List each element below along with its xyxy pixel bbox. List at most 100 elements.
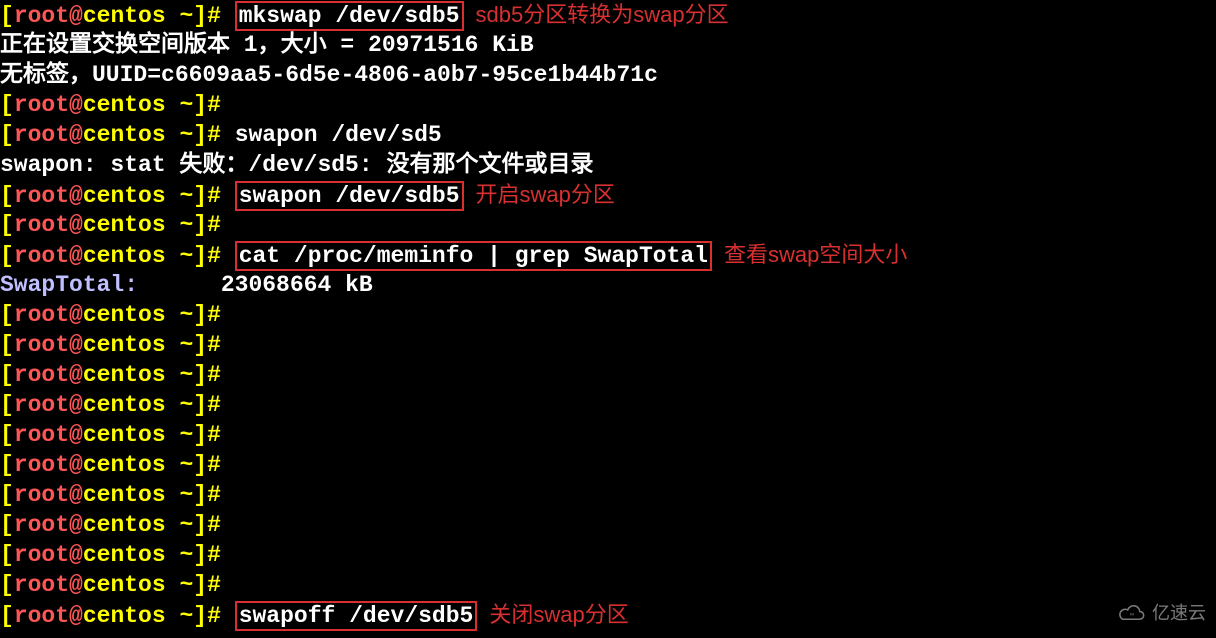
prompt-close-bracket: ] <box>193 542 207 568</box>
prompt-path: ~ <box>166 482 194 508</box>
highlighted-command[interactable]: swapon /dev/sdb5 <box>235 181 464 211</box>
prompt-host: centos <box>83 482 166 508</box>
prompt-symbol: # <box>207 3 235 29</box>
prompt-path: ~ <box>166 332 194 358</box>
prompt-user: root <box>14 392 69 418</box>
terminal-line: [root@centos ~]# swapoff /dev/sdb5关闭swap… <box>0 600 1216 630</box>
highlighted-command[interactable]: cat /proc/meminfo | grep SwapTotal <box>235 241 712 271</box>
terminal-line: 无标签，UUID=c6609aa5-6d5e-4806-a0b7-95ce1b4… <box>0 60 1216 90</box>
prompt-user: root <box>14 542 69 568</box>
prompt-close-bracket: ] <box>193 183 207 209</box>
terminal-line: [root@centos ~]# <box>0 390 1216 420</box>
prompt-at: @ <box>69 422 83 448</box>
prompt-host: centos <box>83 603 166 629</box>
prompt-open-bracket: [ <box>0 542 14 568</box>
prompt-at: @ <box>69 302 83 328</box>
highlighted-command[interactable]: swapoff /dev/sdb5 <box>235 601 478 631</box>
prompt-user: root <box>14 482 69 508</box>
prompt-open-bracket: [ <box>0 482 14 508</box>
prompt-close-bracket: ] <box>193 332 207 358</box>
highlighted-command[interactable]: mkswap /dev/sdb5 <box>235 1 464 31</box>
prompt-open-bracket: [ <box>0 302 14 328</box>
prompt-path: ~ <box>166 422 194 448</box>
prompt-close-bracket: ] <box>193 362 207 388</box>
prompt-user: root <box>14 452 69 478</box>
terminal-line: [root@centos ~]# mkswap /dev/sdb5sdb5分区转… <box>0 0 1216 30</box>
prompt-path: ~ <box>166 542 194 568</box>
prompt-at: @ <box>69 3 83 29</box>
prompt-user: root <box>14 212 69 238</box>
prompt-at: @ <box>69 542 83 568</box>
prompt-path: ~ <box>166 302 194 328</box>
terminal-line: [root@centos ~]# <box>0 360 1216 390</box>
prompt-symbol: # <box>207 92 235 118</box>
prompt-path: ~ <box>166 122 194 148</box>
prompt-path: ~ <box>166 572 194 598</box>
prompt-close-bracket: ] <box>193 422 207 448</box>
prompt-at: @ <box>69 452 83 478</box>
terminal-line: [root@centos ~]# <box>0 480 1216 510</box>
prompt-at: @ <box>69 482 83 508</box>
terminal-line: [root@centos ~]# <box>0 330 1216 360</box>
terminal-line: [root@centos ~]# cat /proc/meminfo | gre… <box>0 240 1216 270</box>
prompt-host: centos <box>83 422 166 448</box>
prompt-user: root <box>14 512 69 538</box>
prompt-host: centos <box>83 302 166 328</box>
prompt-path: ~ <box>166 92 194 118</box>
terminal-line: SwapTotal: 23068664 kB <box>0 270 1216 300</box>
terminal-line: [root@centos ~]# <box>0 90 1216 120</box>
watermark-text: 亿速云 <box>1152 598 1206 628</box>
prompt-host: centos <box>83 3 166 29</box>
prompt-symbol: # <box>207 512 235 538</box>
prompt-open-bracket: [ <box>0 362 14 388</box>
prompt-open-bracket: [ <box>0 512 14 538</box>
swap-total-value: 23068664 kB <box>138 272 373 298</box>
prompt-path: ~ <box>166 512 194 538</box>
prompt-open-bracket: [ <box>0 212 14 238</box>
annotation-label: 关闭swap分区 <box>489 602 628 627</box>
prompt-open-bracket: [ <box>0 92 14 118</box>
terminal-line: [root@centos ~]# <box>0 540 1216 570</box>
prompt-open-bracket: [ <box>0 243 14 269</box>
prompt-user: root <box>14 92 69 118</box>
prompt-host: centos <box>83 392 166 418</box>
prompt-at: @ <box>69 603 83 629</box>
prompt-open-bracket: [ <box>0 392 14 418</box>
prompt-at: @ <box>69 212 83 238</box>
prompt-close-bracket: ] <box>193 452 207 478</box>
prompt-at: @ <box>69 183 83 209</box>
prompt-symbol: # <box>207 122 235 148</box>
prompt-symbol: # <box>207 542 235 568</box>
annotation-label: 开启swap分区 <box>476 182 615 207</box>
prompt-symbol: # <box>207 452 235 478</box>
prompt-host: centos <box>83 362 166 388</box>
prompt-user: root <box>14 422 69 448</box>
prompt-open-bracket: [ <box>0 3 14 29</box>
command-text[interactable]: swapon /dev/sd5 <box>235 122 442 148</box>
prompt-open-bracket: [ <box>0 122 14 148</box>
terminal-line: [root@centos ~]# <box>0 510 1216 540</box>
prompt-host: centos <box>83 512 166 538</box>
prompt-path: ~ <box>166 362 194 388</box>
prompt-symbol: # <box>207 392 235 418</box>
prompt-open-bracket: [ <box>0 422 14 448</box>
prompt-user: root <box>14 302 69 328</box>
prompt-symbol: # <box>207 572 235 598</box>
prompt-symbol: # <box>207 302 235 328</box>
prompt-open-bracket: [ <box>0 452 14 478</box>
terminal-line: [root@centos ~]# <box>0 450 1216 480</box>
prompt-path: ~ <box>166 3 194 29</box>
prompt-open-bracket: [ <box>0 572 14 598</box>
prompt-at: @ <box>69 122 83 148</box>
prompt-path: ~ <box>166 452 194 478</box>
terminal-line: [root@centos ~]# swapon /dev/sd5 <box>0 120 1216 150</box>
prompt-symbol: # <box>207 482 235 508</box>
cloud-icon: ∞ <box>1118 603 1146 623</box>
prompt-at: @ <box>69 512 83 538</box>
prompt-user: root <box>14 362 69 388</box>
prompt-at: @ <box>69 392 83 418</box>
prompt-path: ~ <box>166 243 194 269</box>
prompt-close-bracket: ] <box>193 243 207 269</box>
output-text: 无标签，UUID=c6609aa5-6d5e-4806-a0b7-95ce1b4… <box>0 62 658 88</box>
output-text: 正在设置交换空间版本 1，大小 = 20971516 KiB <box>0 32 534 58</box>
